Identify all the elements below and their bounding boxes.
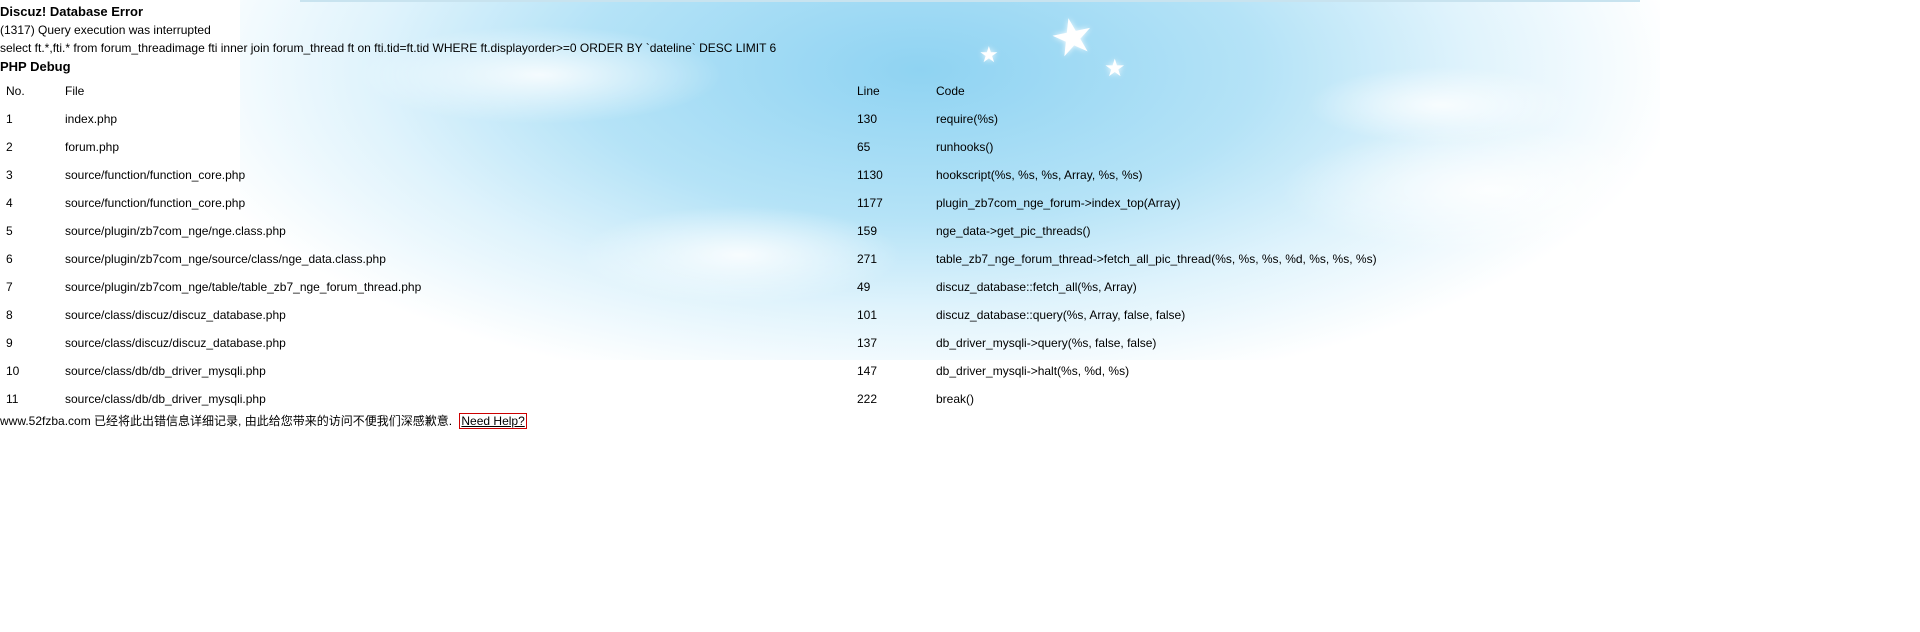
row-no: 5	[6, 224, 13, 238]
table-row: 4 source/function/function_core.php 1177…	[0, 190, 1920, 218]
row-line: 65	[857, 140, 871, 154]
row-file: source/plugin/zb7com_nge/table/table_zb7…	[65, 280, 422, 294]
row-no: 2	[6, 140, 13, 154]
table-row: 1 index.php 130 require(%s)	[0, 106, 1920, 134]
row-code: discuz_database::fetch_all(%s, Array)	[936, 280, 1137, 294]
row-no: 1	[6, 112, 13, 126]
row-code: plugin_zb7com_nge_forum->index_top(Array…	[936, 196, 1181, 210]
debug-title: PHP Debug	[0, 59, 71, 74]
header-code: Code	[936, 84, 965, 98]
table-row: 10 source/class/db/db_driver_mysqli.php …	[0, 358, 1920, 386]
row-line: 1130	[857, 168, 883, 182]
row-line: 49	[857, 280, 871, 294]
table-row: 9 source/class/discuz/discuz_database.ph…	[0, 330, 1920, 358]
error-sql: select ft.*,fti.* from forum_threadimage…	[0, 41, 777, 55]
row-no: 11	[6, 392, 19, 406]
error-message: (1317) Query execution was interrupted	[0, 23, 211, 37]
table-row: 11 source/class/db/db_driver_mysqli.php …	[0, 386, 1920, 414]
error-title: Discuz! Database Error	[0, 4, 144, 19]
row-code: break()	[936, 392, 975, 406]
row-no: 3	[6, 168, 13, 182]
star-icon: ★	[979, 42, 999, 67]
row-line: 222	[857, 392, 878, 406]
row-code: db_driver_mysqli->halt(%s, %d, %s)	[936, 364, 1130, 378]
row-code: runhooks()	[936, 140, 994, 154]
row-file: source/plugin/zb7com_nge/nge.class.php	[65, 224, 286, 238]
row-line: 101	[857, 308, 878, 322]
row-line: 137	[857, 336, 878, 350]
row-code: db_driver_mysqli->query(%s, false, false…	[936, 336, 1157, 350]
row-file: source/class/db/db_driver_mysqli.php	[65, 392, 266, 406]
row-file: source/plugin/zb7com_nge/source/class/ng…	[65, 252, 386, 266]
table-row: 3 source/function/function_core.php 1130…	[0, 162, 1920, 190]
row-file: source/function/function_core.php	[65, 168, 246, 182]
table-row: 8 source/class/discuz/discuz_database.ph…	[0, 302, 1920, 330]
row-no: 6	[6, 252, 13, 266]
row-line: 147	[857, 364, 878, 378]
top-divider	[300, 0, 1640, 2]
row-no: 10	[6, 364, 20, 378]
row-file: index.php	[65, 112, 118, 126]
row-code: table_zb7_nge_forum_thread->fetch_all_pi…	[936, 252, 1377, 266]
row-file: source/class/discuz/discuz_database.php	[65, 308, 286, 322]
row-no: 7	[6, 280, 13, 294]
table-row: 2 forum.php 65 runhooks()	[0, 134, 1920, 162]
row-code: require(%s)	[936, 112, 999, 126]
row-line: 1177	[857, 196, 883, 210]
header-file: File	[65, 84, 85, 98]
row-no: 8	[6, 308, 13, 322]
footer-text: www.52fzba.com 已经将此出错信息详细记录, 由此给您带来的访问不便…	[0, 414, 453, 428]
header-no: No.	[6, 84, 25, 98]
header-line: Line	[857, 84, 880, 98]
table-row: 5 source/plugin/zb7com_nge/nge.class.php…	[0, 218, 1920, 246]
footer: www.52fzba.com 已经将此出错信息详细记录, 由此给您带来的访问不便…	[0, 412, 527, 429]
row-file: source/class/discuz/discuz_database.php	[65, 336, 286, 350]
row-line: 159	[857, 224, 878, 238]
row-no: 4	[6, 196, 13, 210]
row-line: 130	[857, 112, 878, 126]
table-header-row: No. File Line Code	[0, 78, 1920, 106]
row-code: discuz_database::query(%s, Array, false,…	[936, 308, 1186, 322]
row-file: source/function/function_core.php	[65, 196, 246, 210]
row-file: forum.php	[65, 140, 120, 154]
row-line: 271	[857, 252, 878, 266]
need-help-link[interactable]: Need Help?	[459, 413, 527, 429]
table-row: 6 source/plugin/zb7com_nge/source/class/…	[0, 246, 1920, 274]
row-file: source/class/db/db_driver_mysqli.php	[65, 364, 266, 378]
table-row: 7 source/plugin/zb7com_nge/table/table_z…	[0, 274, 1920, 302]
row-code: hookscript(%s, %s, %s, Array, %s, %s)	[936, 168, 1143, 182]
row-code: nge_data->get_pic_threads()	[936, 224, 1091, 238]
row-no: 9	[6, 336, 13, 350]
debug-table: No. File Line Code 1 index.php 130 requi…	[0, 78, 1920, 414]
